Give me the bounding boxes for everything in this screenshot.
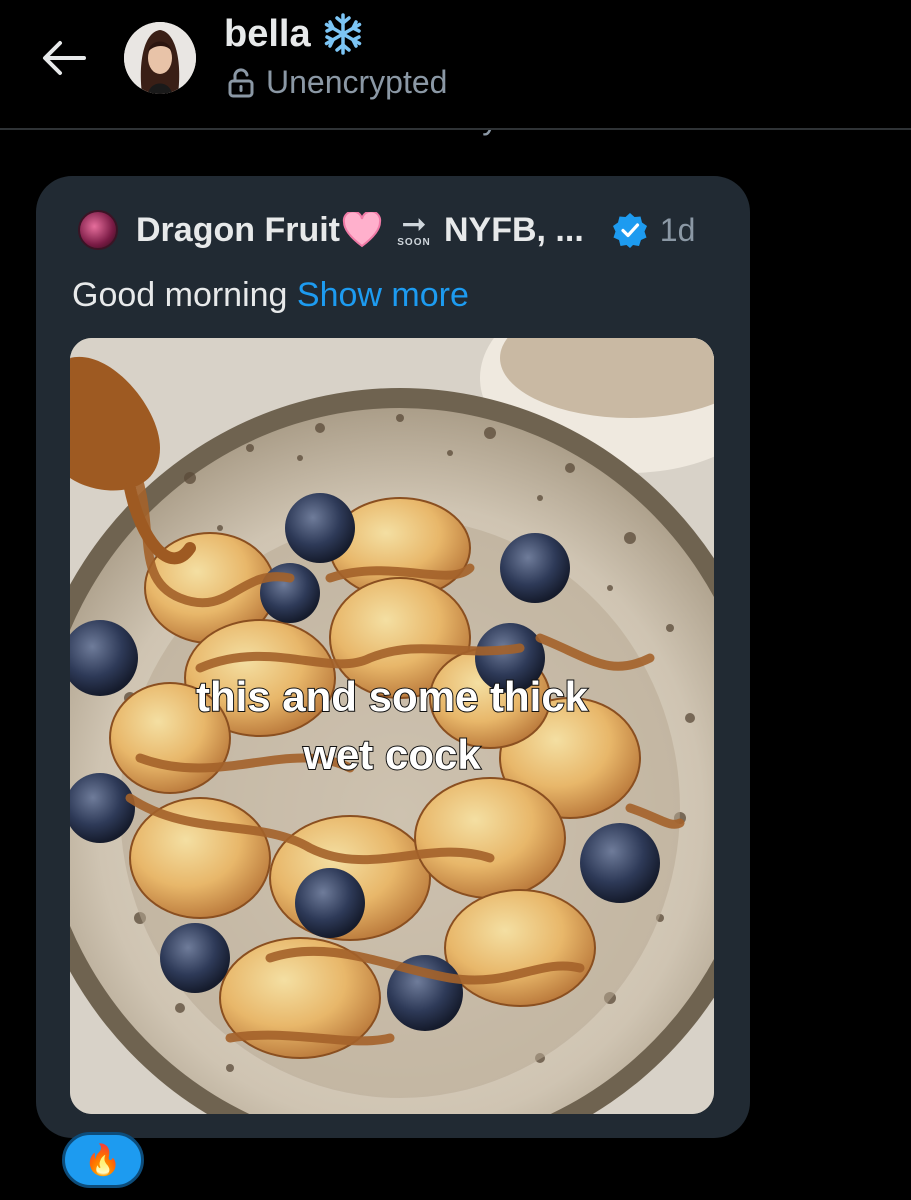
image-caption: this and some thick wet cock xyxy=(195,672,589,779)
show-more-link[interactable]: Show more xyxy=(297,276,469,314)
message-bubble[interactable]: Dragon Fruit ➞ SOON NYFB, ... 1d Good mo… xyxy=(36,176,750,1138)
pink-heart-icon xyxy=(342,212,382,248)
quoted-post-header[interactable]: Dragon Fruit ➞ SOON NYFB, ... 1d xyxy=(78,207,696,250)
contact-name[interactable]: bella xyxy=(224,13,311,56)
back-arrow-icon[interactable] xyxy=(40,38,86,78)
conversation-header: bella Unencrypted xyxy=(0,0,911,130)
quoted-author-avatar[interactable] xyxy=(78,210,118,250)
quoted-author-name-suffix[interactable]: NYFB, ... xyxy=(444,211,584,250)
fire-icon: 🔥 xyxy=(84,1143,122,1177)
verified-badge-icon xyxy=(612,213,647,248)
avatar[interactable] xyxy=(124,22,196,94)
soon-arrow-icon: ➞ SOON xyxy=(397,207,431,248)
unlocked-padlock-icon xyxy=(228,67,254,97)
snowflake-icon xyxy=(324,13,361,55)
quoted-post-image[interactable]: this and some thick wet cock xyxy=(70,338,714,1114)
reaction-badge[interactable]: 🔥 xyxy=(62,1132,144,1188)
quoted-post-text: Good morning Show more xyxy=(72,276,469,314)
encryption-status: Unencrypted xyxy=(266,64,448,100)
quoted-author-name[interactable]: Dragon Fruit xyxy=(136,211,340,250)
quoted-post-timestamp: 1d xyxy=(659,211,696,248)
